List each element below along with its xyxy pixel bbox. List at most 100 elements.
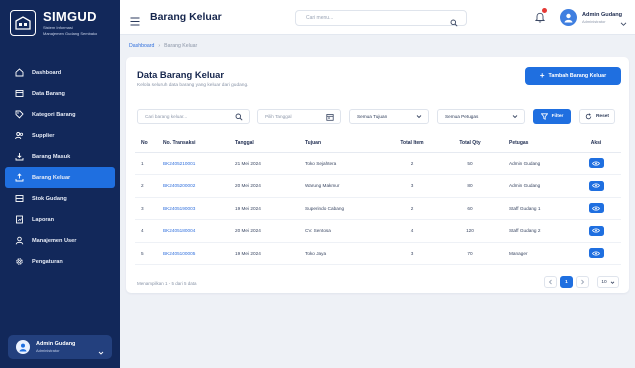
brand[interactable]: SIMGUD Sistem Informasi Manajemen Gudang… [10,9,97,36]
reset-button[interactable]: Reset [579,109,615,124]
sidebar: SIMGUD Sistem Informasi Manajemen Gudang… [0,0,120,368]
date-picker-input[interactable]: Pilih Tanggal [257,109,341,124]
report-icon [15,215,24,224]
column-header-no[interactable]: No [135,135,163,153]
sidebar-user-card[interactable]: Admin Gudang Administrator [8,335,112,359]
cell-no-transaksi-link[interactable]: BK2405210001 [163,152,235,175]
cell-aksi [571,242,621,265]
cell-tanggal: 20 Mei 2024 [235,174,305,198]
sidebar-item-label: Barang Keluar [32,174,71,181]
cell-petugas: Staff Gudang 2 [499,219,571,243]
date-placeholder: Pilih Tanggal [265,114,292,119]
gear-icon [15,257,24,266]
column-header-aksi: Aksi [571,135,621,153]
view-detail-button[interactable] [588,203,604,214]
petugas-select[interactable]: Semua Petugas [437,109,525,124]
table-row: 4 BK2405180004 20 Mei 2024 CV. Sentosa 4… [135,219,621,243]
chevron-down-icon [512,113,518,121]
sidebar-item-label: Supplier [32,132,55,139]
sidebar-item-label: Manajemen User [32,237,77,244]
view-detail-button[interactable] [588,158,604,169]
notification-bell-icon[interactable] [534,8,547,28]
cell-aksi [571,174,621,198]
view-detail-button[interactable] [588,225,604,236]
top-header: Barang Keluar Cari menu... Admin Gudang … [120,0,635,35]
cell-aksi [571,152,621,175]
cell-total-item: 4 [383,219,441,243]
pagination-info: Menampilkan 1 - 5 dari 5 data [137,281,197,286]
page-size-value: 10 [601,279,607,285]
app-subtitle-line2: Manajemen Gudang Sembako [43,31,98,36]
eye-icon [592,183,600,188]
filter-button[interactable]: Filter [533,109,571,124]
table-row: 5 BK2405100005 19 Mei 2024 Toko Jaya 3 7… [135,242,621,265]
column-header-petugas[interactable]: Petugas [499,135,571,153]
menu-search-input[interactable]: Cari menu... [295,10,467,27]
cell-petugas: Admin Gudang [499,152,571,175]
add-barang-keluar-button[interactable]: + Tambah Barang Keluar [525,67,621,85]
sidebar-item-kategori-barang[interactable]: Kategori Barang [5,104,115,125]
page-title: Data Barang Keluar [137,69,225,80]
users-icon [15,131,24,140]
chevron-down-icon[interactable] [620,14,627,32]
cell-tanggal: 21 Mei 2024 [235,152,305,175]
chevron-right-icon [581,279,585,285]
sidebar-item-dashboard[interactable]: Dashboard [5,62,115,83]
page-size-select[interactable]: 10 [597,276,619,288]
cell-tanggal: 19 Mei 2024 [235,197,305,220]
sidebar-item-laporan[interactable]: Laporan [5,209,115,230]
eye-icon [592,161,600,166]
view-detail-button[interactable] [588,180,604,191]
breadcrumb-dashboard[interactable]: Dashboard [129,43,154,49]
column-header-total-qty[interactable]: Total Qty [441,135,499,153]
pagination: 1 10 [541,276,619,288]
sidebar-item-label: Kategori Barang [32,111,76,118]
column-header-tujuan[interactable]: Tujuan [305,135,383,153]
header-user-role: Administrator [582,19,606,24]
cell-no-transaksi-link[interactable]: BK2405190003 [163,197,235,220]
header-user[interactable]: Admin Gudang Administrator [582,12,622,24]
header-avatar[interactable] [560,9,577,26]
barang-keluar-table: No No. Transaksi Tanggal Tujuan Total It… [135,135,621,265]
cell-no-transaksi-link[interactable]: BK2405200002 [163,174,235,198]
column-header-tanggal[interactable]: Tanggal [235,135,305,153]
page-button-current[interactable]: 1 [560,276,573,288]
reset-button-label: Reset [595,114,610,119]
tujuan-select[interactable]: Semua Tujuan [349,109,429,124]
barang-search-input[interactable]: Cari barang keluar... [137,109,250,124]
petugas-select-value: Semua Petugas [445,114,479,119]
cell-petugas: Admin Gudang [499,174,571,198]
table-row: 2 BK2405200002 20 Mei 2024 Warung Makmur… [135,174,621,198]
sidebar-item-barang-keluar[interactable]: Barang Keluar [5,167,115,188]
cell-tujuan: Superindo Cabang [305,197,383,220]
cell-total-item: 2 [383,197,441,220]
column-header-total-item[interactable]: Total Item [383,135,441,153]
cell-no-transaksi-link[interactable]: BK2405180004 [163,219,235,243]
sidebar-item-pengaturan[interactable]: Pengaturan [5,251,115,272]
sidebar-item-data-barang[interactable]: Data Barang [5,83,115,104]
avatar [16,340,30,354]
add-button-label: Tambah Barang Keluar [548,73,607,79]
sidebar-item-label: Laporan [32,216,55,223]
cell-total-item: 3 [383,174,441,198]
plus-icon: + [539,71,545,80]
previous-page-button[interactable] [544,276,557,288]
next-page-button[interactable] [576,276,589,288]
chevron-down-icon [610,281,614,284]
home-icon [15,68,24,77]
cell-no: 1 [135,152,163,175]
hamburger-menu-icon[interactable] [130,13,140,31]
cell-total-qty: 80 [441,174,499,198]
column-header-no-transaksi[interactable]: No. Transaksi [163,135,235,153]
cell-tujuan: Toko Jaya [305,242,383,265]
sidebar-item-manajemen-user[interactable]: Manajemen User [5,230,115,251]
cell-no-transaksi-link[interactable]: BK2405100005 [163,242,235,265]
sidebar-item-supplier[interactable]: Supplier [5,125,115,146]
table-row: 1 BK2405210001 21 Mei 2024 Toko Sejahter… [135,152,621,175]
sidebar-item-barang-masuk[interactable]: Barang Masuk [5,146,115,167]
sidebar-item-stok-gudang[interactable]: Stok Gudang [5,188,115,209]
tujuan-select-value: Semua Tujuan [357,114,388,119]
app-name: SIMGUD [43,9,97,24]
filter-icon [540,113,548,120]
view-detail-button[interactable] [588,248,604,259]
